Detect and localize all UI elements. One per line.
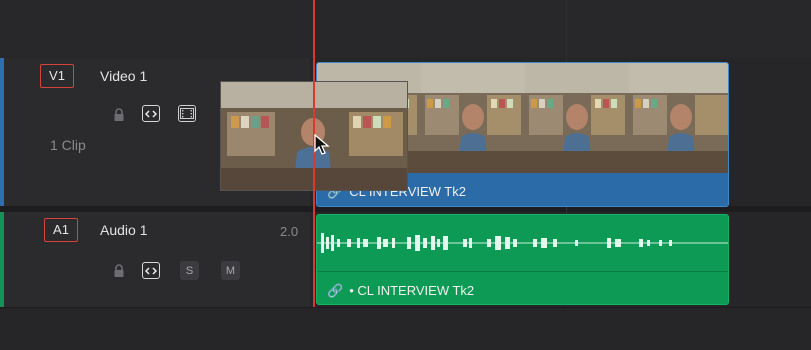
thumbnail-frame: [629, 63, 728, 173]
empty-track-area[interactable]: [0, 307, 811, 350]
playhead[interactable]: [313, 0, 315, 349]
auto-select-icon[interactable]: [142, 105, 160, 122]
audio-clip-name: • CL INTERVIEW Tk2: [349, 283, 475, 298]
clip-count: 1 Clip: [50, 137, 86, 153]
mute-button[interactable]: M: [221, 261, 240, 280]
thumbnail-frame: [525, 63, 629, 173]
film-icon[interactable]: [178, 105, 196, 122]
track-name-audio[interactable]: Audio 1: [100, 222, 147, 238]
track-name-video[interactable]: Video 1: [100, 68, 147, 84]
timeline-panel: V1 Video 1 1 Clip A1 Audio 1 2.0 S M 🔗 C…: [0, 0, 811, 350]
thumbnail-frame: [421, 63, 525, 173]
track-tag-v1[interactable]: V1: [40, 64, 74, 88]
track-tag-a1[interactable]: A1: [44, 218, 78, 242]
link-icon: 🔗: [327, 283, 344, 298]
lock-icon[interactable]: [110, 262, 128, 279]
audio-clip-label: 🔗 • CL INTERVIEW Tk2: [327, 283, 474, 299]
channel-format: 2.0: [280, 224, 299, 239]
solo-button[interactable]: S: [180, 261, 199, 280]
mouse-cursor-icon: [314, 134, 330, 155]
clip-divider: [317, 271, 728, 272]
audio-track-header[interactable]: A1 Audio 1 2.0 S M: [0, 212, 310, 307]
auto-select-icon[interactable]: [142, 262, 160, 279]
audio-clip[interactable]: 🔗 • CL INTERVIEW Tk2: [316, 214, 729, 305]
lock-icon[interactable]: [110, 106, 128, 123]
audio-waveform: [317, 233, 728, 253]
timeline-ruler[interactable]: [0, 0, 811, 59]
